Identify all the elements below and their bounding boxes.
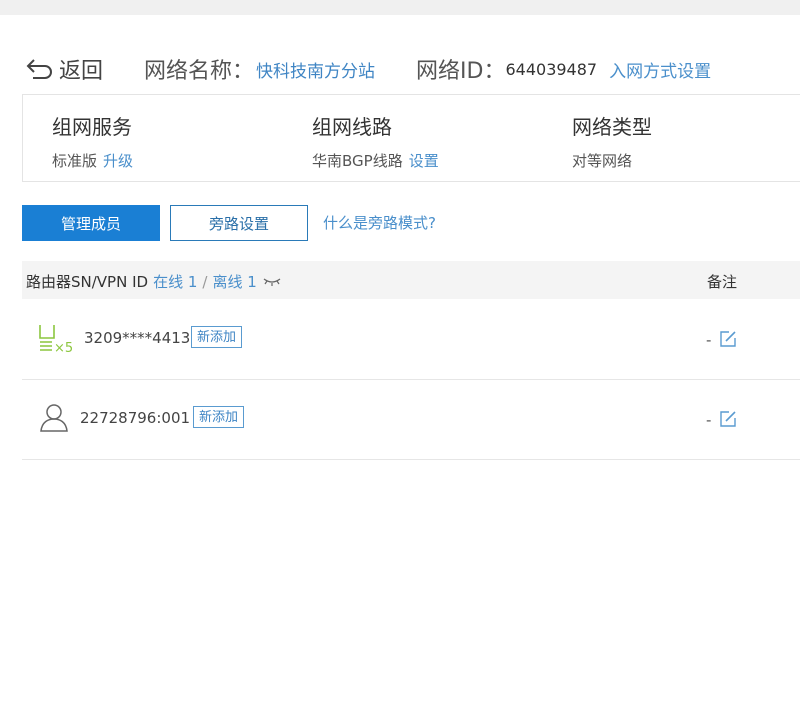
network-id-value: 644039487	[505, 59, 598, 79]
edit-icon[interactable]	[719, 330, 737, 348]
back-label: 返回	[59, 59, 104, 84]
device-column-header: 路由器SN/VPN ID	[26, 273, 149, 291]
network-name-value[interactable]: 快科技南方分站	[256, 57, 375, 82]
new-badge: 新添加	[191, 326, 243, 348]
service-plan: 标准版	[52, 152, 98, 170]
type-info: 网络类型 对等网络	[572, 111, 652, 171]
device-id: 3209****4413	[84, 329, 191, 347]
network-info-panel: 组网服务 标准版 升级 组网线路 华南BGP线路 设置 网络类型 对等网络	[22, 94, 800, 182]
back-arrow-icon	[26, 59, 52, 79]
upgrade-link[interactable]: 升级	[103, 152, 133, 170]
type-value: 对等网络	[572, 152, 633, 170]
user-icon	[40, 404, 68, 432]
manage-members-button[interactable]: 管理成员	[22, 205, 160, 241]
back-button[interactable]: 返回	[25, 53, 103, 85]
top-strip	[0, 0, 800, 15]
row-note: -	[706, 331, 712, 349]
svg-text:×5: ×5	[54, 341, 73, 353]
edit-icon[interactable]	[719, 410, 737, 428]
online-filter[interactable]: 在线 1	[153, 271, 197, 292]
note-column-header: 备注	[707, 273, 738, 291]
network-name-label: 网络名称：	[144, 59, 255, 84]
network-id-label: 网络ID：	[416, 59, 506, 84]
line-info: 组网线路 华南BGP线路 设置	[312, 111, 439, 171]
table-row: 22728796:001 新添加 -	[22, 379, 800, 460]
eye-closed-icon[interactable]	[263, 277, 281, 287]
member-table-header: 路由器SN/VPN ID 在线 1 / 离线 1 备注	[22, 261, 800, 299]
bypass-help-link[interactable]: 什么是旁路模式?	[323, 212, 436, 233]
bypass-settings-button[interactable]: 旁路设置	[170, 205, 308, 241]
line-value: 华南BGP线路	[312, 152, 403, 170]
type-title: 网络类型	[572, 115, 652, 139]
row-note: -	[706, 411, 712, 429]
page-header: 返回 网络名称： 快科技南方分站 网络ID： 644039487 入网方式设置	[25, 52, 711, 86]
filter-separator: /	[202, 272, 208, 291]
router-x5-icon: ×5	[39, 325, 73, 353]
service-title: 组网服务	[52, 115, 132, 139]
line-settings-link[interactable]: 设置	[409, 152, 439, 170]
device-id: 22728796:001	[80, 409, 191, 427]
offline-filter[interactable]: 离线 1	[212, 271, 256, 292]
access-settings-link[interactable]: 入网方式设置	[609, 57, 711, 82]
line-title: 组网线路	[312, 115, 392, 139]
new-badge: 新添加	[193, 406, 245, 428]
table-row: ×5 3209****4413 新添加 -	[22, 299, 800, 380]
service-info: 组网服务 标准版 升级	[52, 111, 133, 171]
